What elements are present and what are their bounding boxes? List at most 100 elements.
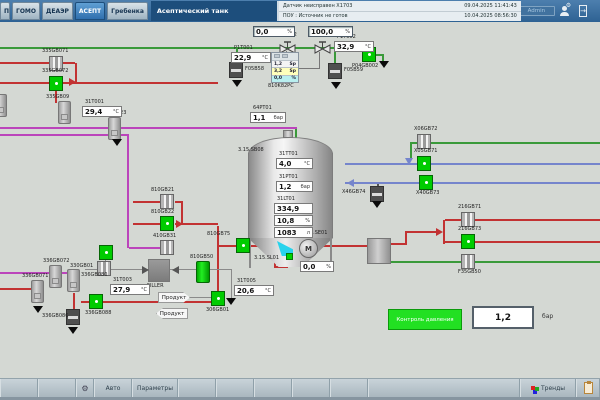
- readout-unit: °C: [265, 288, 271, 294]
- pipe: [0, 288, 32, 290]
- valve-F35GB50[interactable]: [461, 254, 475, 269]
- valve-306GB01[interactable]: [211, 291, 225, 306]
- readout-unit: бар: [274, 115, 283, 121]
- readout-value: 10,8: [277, 217, 294, 225]
- pressure-unit-label: бар: [542, 313, 553, 320]
- valve-tag-810GB21: 810GB21: [151, 188, 174, 194]
- valve-X06GB72[interactable]: [417, 134, 431, 149]
- footer-button-Параметры[interactable]: Параметры: [132, 379, 178, 397]
- drain-funnel-icon: [232, 80, 242, 87]
- valve-410GB31[interactable]: [160, 240, 174, 255]
- footer-button-Авто[interactable]: Авто: [94, 379, 132, 397]
- readout-64PT01: 1,1бар: [250, 112, 286, 123]
- pipe: [410, 144, 412, 159]
- pressure-setpoint-input[interactable]: 1,2: [472, 306, 534, 329]
- readout-value: 100,0: [311, 28, 333, 36]
- tab-Гребенка[interactable]: Гребенка: [107, 2, 148, 20]
- valve-tag-X06GB72: X06GB72: [414, 127, 437, 133]
- tank-code-top: 3.15.SB08: [238, 148, 264, 154]
- faceplate-code: 810K82PC: [268, 84, 294, 90]
- valve-tag-X05GB71: X05GB71: [414, 149, 437, 155]
- valve-216GB73[interactable]: [461, 234, 475, 249]
- readout-value: 4,0: [279, 160, 291, 168]
- alarm-row-1: ПОУ : Источник не готов10.04.2025 08:56:…: [279, 12, 521, 22]
- readout-P1T001: 22,9°C: [231, 52, 271, 63]
- drain-funnel-icon: [226, 298, 236, 305]
- pipe: [63, 82, 218, 84]
- alarm-text: Датчик неисправен X1703: [283, 3, 353, 9]
- pipe: [0, 127, 297, 129]
- valve-tag-335GB09: 335GB09: [46, 95, 69, 101]
- readout-unit: °C: [262, 55, 268, 61]
- tab-ДЕАЭР[interactable]: ДЕАЭР: [42, 2, 73, 20]
- setpoint-input[interactable]: 100,0%: [308, 26, 353, 37]
- tab-П[interactable]: П: [0, 2, 10, 20]
- setpoint-input[interactable]: 0,0%: [253, 26, 295, 37]
- valve-810GB50[interactable]: [196, 261, 210, 283]
- valve-335GB072[interactable]: [49, 76, 63, 91]
- readout-unit: %: [287, 29, 292, 35]
- trend-icon: [531, 386, 535, 390]
- valve-X46GB74[interactable]: [370, 186, 384, 202]
- readout-P1T002: 32,9°C: [334, 41, 374, 52]
- footer-button-gear[interactable]: ⚙: [76, 379, 94, 397]
- footer-cell: [292, 379, 330, 397]
- user-icon[interactable]: ⚙: [560, 5, 569, 18]
- admin-button[interactable]: Admin: [521, 6, 555, 16]
- readout-tag-64PT01: 64PT01: [253, 106, 272, 112]
- valve-tag-216GB73: 216GB73: [458, 227, 481, 233]
- logout-icon[interactable]: →: [579, 5, 587, 17]
- valve-P05C050[interactable]: [314, 39, 331, 58]
- valve-216GB71[interactable]: [461, 212, 475, 227]
- footer-button-Тренды[interactable]: Тренды: [520, 379, 576, 397]
- valve-tag-336GB086: 336GB086: [42, 314, 68, 320]
- valve-unnamed[interactable]: [0, 94, 7, 117]
- pipe: [405, 231, 407, 245]
- readout-tag-P1T001: P1T001: [234, 46, 253, 52]
- tab-ГОМО[interactable]: ГОМО: [12, 2, 40, 20]
- flow-arrow: [436, 228, 443, 236]
- agitator-motor[interactable]: M: [299, 239, 318, 258]
- valve-F05B59[interactable]: [328, 63, 342, 79]
- valve-336GB088[interactable]: [89, 294, 103, 309]
- alarm-row-0: Датчик неисправен X170309.04.2025 11:41:…: [279, 1, 521, 12]
- valve-unnamed[interactable]: [99, 245, 113, 260]
- footer-button-label: Параметры: [137, 385, 173, 392]
- alarm-panel: Датчик неисправен X170309.04.2025 11:41:…: [279, 1, 521, 21]
- valve-336GB080[interactable]: [67, 269, 80, 292]
- flow-arrow: [69, 78, 76, 86]
- valve-tag-P04GB002: P04GB002: [352, 64, 378, 70]
- valve-tag-335GB071: 335GB071: [42, 49, 68, 55]
- drain-funnel-icon: [33, 306, 43, 313]
- readout-tag-31T001: 31T001: [85, 100, 104, 106]
- valve-810GB21[interactable]: [160, 194, 174, 209]
- drain-funnel-icon: [331, 82, 341, 89]
- footer-button-clipboard[interactable]: [576, 379, 600, 397]
- tab-АСЕПТ[interactable]: АСЕПТ: [75, 2, 105, 20]
- valve-335GB09[interactable]: [58, 101, 71, 124]
- valve-335GB023[interactable]: [108, 117, 121, 140]
- pipe: [102, 301, 213, 303]
- valve-X40GB73[interactable]: [419, 175, 433, 190]
- valve-X05GB71[interactable]: [417, 156, 431, 171]
- valve-810GB75[interactable]: [236, 238, 250, 253]
- pressure-control-button[interactable]: Контроль давления: [388, 309, 462, 330]
- readout-unit: %: [345, 29, 350, 35]
- valve-336GB071[interactable]: [31, 280, 44, 303]
- valve-F05B58[interactable]: [229, 62, 243, 78]
- valve-tag-306GB01: 306GB01: [206, 308, 229, 314]
- valve-tag-335GB072: 335GB072: [42, 69, 68, 75]
- readout-tag-31T003: 31T003: [113, 278, 132, 284]
- faceplate-mode-icons: [272, 53, 298, 60]
- readout-value: 0,0: [256, 28, 268, 36]
- pid-faceplate[interactable]: 1,2Sp3,2Sp0,0%: [271, 52, 299, 83]
- readout-unit: %: [326, 264, 331, 270]
- readout-31TT01: 4,0°C: [276, 158, 313, 169]
- alarm-text: ПОУ : Источник не готов: [283, 13, 348, 19]
- pipe: [63, 62, 75, 64]
- valve-336GB072[interactable]: [49, 265, 62, 288]
- footer-cell: [38, 379, 76, 397]
- pipe: [190, 297, 212, 298]
- valve-810GB22[interactable]: [160, 216, 174, 231]
- flow-arrow: [142, 266, 149, 274]
